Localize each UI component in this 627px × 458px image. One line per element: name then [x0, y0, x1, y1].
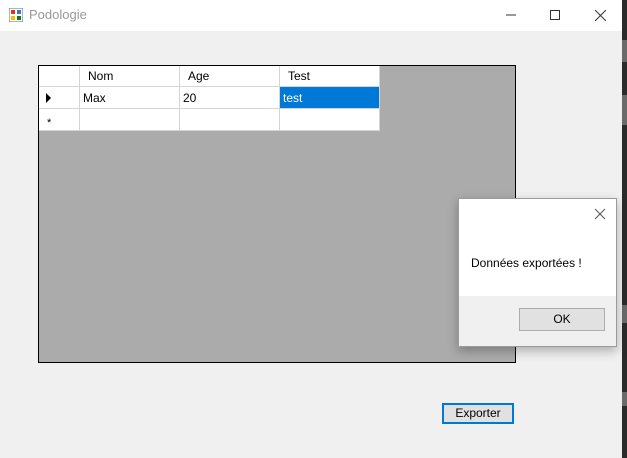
maximize-button[interactable] [532, 0, 578, 30]
maximize-icon [550, 10, 560, 20]
close-button[interactable] [577, 0, 623, 30]
close-icon [594, 9, 606, 21]
dialog-footer: OK [459, 296, 616, 346]
column-header-age[interactable]: Age [180, 66, 280, 87]
column-header-label: Test [288, 69, 311, 83]
grid-cell[interactable] [180, 109, 280, 131]
ok-button[interactable]: OK [519, 308, 605, 331]
grid-cell[interactable] [280, 109, 380, 131]
grid-cell[interactable]: 20 [180, 87, 280, 109]
row-header[interactable]: * [39, 109, 80, 131]
export-button[interactable]: Exporter [442, 403, 514, 424]
minimize-icon [506, 14, 516, 16]
cell-value [280, 112, 283, 126]
dialog-message: Données exportées ! [471, 256, 582, 270]
row-header[interactable] [39, 87, 80, 109]
cell-value [80, 112, 83, 126]
window-title: Podologie [29, 7, 87, 22]
current-row-arrow-icon [46, 93, 51, 103]
column-header-label: Nom [88, 69, 114, 83]
grid-cell[interactable] [80, 109, 180, 131]
title-bar: Podologie [0, 0, 622, 31]
cell-value: Max [83, 91, 106, 105]
data-grid[interactable]: Nom Age Test Max 20 test * [38, 65, 516, 363]
cell-value: test [283, 91, 303, 105]
minimize-button[interactable] [488, 0, 534, 30]
column-header-label: Age [188, 69, 210, 83]
message-dialog: Données exportées ! OK [458, 198, 617, 347]
top-left-header-cell[interactable] [39, 66, 80, 87]
close-icon[interactable] [594, 208, 606, 220]
new-row-asterisk: * [47, 117, 52, 129]
grid-cell[interactable]: Max [80, 87, 180, 109]
app-icon [9, 8, 23, 22]
column-header-nom[interactable]: Nom [80, 66, 180, 87]
cell-value [180, 112, 183, 126]
cell-value: 20 [183, 91, 197, 105]
column-header-test[interactable]: Test [280, 66, 380, 87]
desktop-edge [622, 0, 627, 458]
grid-cell-selected[interactable]: test [280, 87, 380, 109]
